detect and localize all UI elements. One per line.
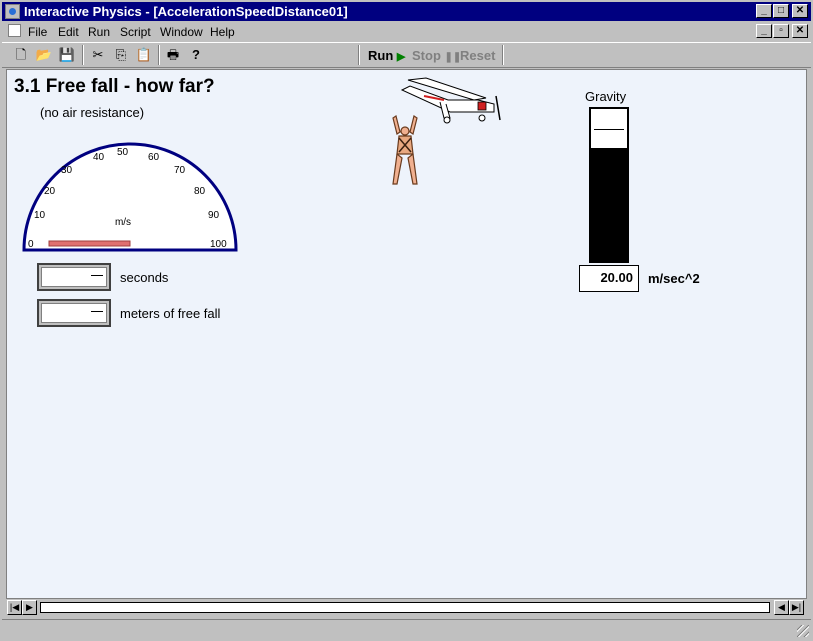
meters-label: meters of free fall bbox=[120, 306, 221, 321]
resize-grip-icon[interactable] bbox=[797, 625, 809, 637]
gauge-tick: 0 bbox=[28, 239, 34, 250]
run-button[interactable]: Run ▶ bbox=[368, 48, 405, 63]
window-title: Interactive Physics - [AccelerationSpeed… bbox=[24, 4, 348, 19]
gauge-tick: 50 bbox=[117, 147, 129, 158]
new-icon[interactable]: 🗋 bbox=[12, 46, 30, 64]
scroll-last-icon[interactable]: ▶| bbox=[789, 600, 804, 615]
cut-icon[interactable]: ✂ bbox=[89, 46, 107, 64]
scroll-first-icon[interactable]: |◀ bbox=[7, 600, 22, 615]
help-icon[interactable]: ? bbox=[187, 46, 205, 64]
app-icon[interactable] bbox=[5, 4, 20, 19]
menu-script[interactable]: Script bbox=[120, 25, 151, 39]
menu-window[interactable]: Window bbox=[160, 25, 203, 39]
menu-help[interactable]: Help bbox=[210, 25, 235, 39]
gauge-tick: 20 bbox=[44, 186, 56, 197]
paste-icon[interactable]: 📋 bbox=[135, 46, 153, 64]
title-bar[interactable]: Interactive Physics - [AccelerationSpeed… bbox=[2, 2, 811, 21]
sim-subheading: (no air resistance) bbox=[40, 105, 145, 120]
speed-gauge: m/s 0 10 20 30 40 50 60 70 80 90 100 bbox=[22, 142, 238, 252]
sim-heading: 3.1 Free fall - how far? bbox=[14, 76, 215, 97]
menu-edit[interactable]: Edit bbox=[58, 25, 79, 39]
doc-restore-button[interactable]: ▫ bbox=[773, 24, 789, 38]
status-bar bbox=[2, 619, 811, 639]
airplane-figure[interactable] bbox=[400, 76, 504, 126]
scroll-track[interactable] bbox=[40, 602, 770, 613]
seconds-label: seconds bbox=[120, 270, 169, 285]
stop-button[interactable]: Stop ❚❚ bbox=[412, 48, 461, 63]
menu-file[interactable]: File bbox=[28, 25, 47, 39]
menu-bar: File Edit Run Script Window Help _ ▫ ✕ bbox=[2, 21, 811, 41]
run-label: Run bbox=[368, 48, 394, 63]
gauge-tick: 30 bbox=[61, 165, 73, 176]
gauge-tick: 90 bbox=[208, 210, 220, 221]
gauge-rim bbox=[22, 142, 238, 252]
gauge-tick: 80 bbox=[194, 186, 206, 197]
doc-close-button[interactable]: ✕ bbox=[792, 24, 808, 38]
gauge-tick: 100 bbox=[210, 239, 227, 250]
print-icon[interactable]: 🖶 bbox=[164, 46, 182, 64]
stop-label: Stop bbox=[412, 48, 441, 63]
gravity-slider[interactable] bbox=[589, 107, 629, 263]
document-icon[interactable] bbox=[8, 24, 21, 37]
play-icon: ▶ bbox=[396, 51, 406, 63]
gauge-needle bbox=[48, 240, 131, 247]
gauge-tick: 10 bbox=[34, 210, 46, 221]
gauge-tick: 70 bbox=[174, 165, 186, 176]
gravity-title: Gravity bbox=[585, 89, 627, 104]
maximize-button[interactable]: □ bbox=[773, 4, 789, 18]
open-icon[interactable]: 📂 bbox=[35, 46, 53, 64]
pause-icon: ❚❚ bbox=[444, 52, 462, 63]
gravity-value-field[interactable]: 20.00 bbox=[579, 265, 639, 292]
doc-minimize-button[interactable]: _ bbox=[756, 24, 772, 38]
gauge-tick: 60 bbox=[148, 152, 160, 163]
save-icon[interactable]: 💾 bbox=[58, 46, 76, 64]
copy-icon[interactable]: ⎘ bbox=[112, 46, 130, 64]
menu-run[interactable]: Run bbox=[88, 25, 110, 39]
horizontal-scrollbar[interactable]: |◀ ▶ ◀ ▶| bbox=[6, 599, 807, 616]
simulation-workspace[interactable]: 3.1 Free fall - how far? (no air resista… bbox=[6, 69, 807, 599]
seconds-display bbox=[37, 263, 111, 291]
gauge-tick: 40 bbox=[93, 152, 105, 163]
gravity-slider-thumb[interactable] bbox=[594, 129, 624, 130]
close-button[interactable]: ✕ bbox=[792, 4, 808, 18]
reset-button[interactable]: Reset bbox=[460, 48, 495, 63]
toolbar: 🗋 📂 💾 ✂ ⎘ 📋 🖶 ? Run ▶ Stop ❚❚ Reset bbox=[2, 42, 811, 68]
gravity-unit: m/sec^2 bbox=[648, 271, 700, 286]
scroll-left-icon[interactable]: ◀ bbox=[774, 600, 789, 615]
scroll-right-icon[interactable]: ▶ bbox=[22, 600, 37, 615]
gauge-unit: m/s bbox=[115, 217, 131, 228]
gravity-slider-track bbox=[591, 109, 627, 148]
minimize-button[interactable]: _ bbox=[756, 4, 772, 18]
meters-display bbox=[37, 299, 111, 327]
